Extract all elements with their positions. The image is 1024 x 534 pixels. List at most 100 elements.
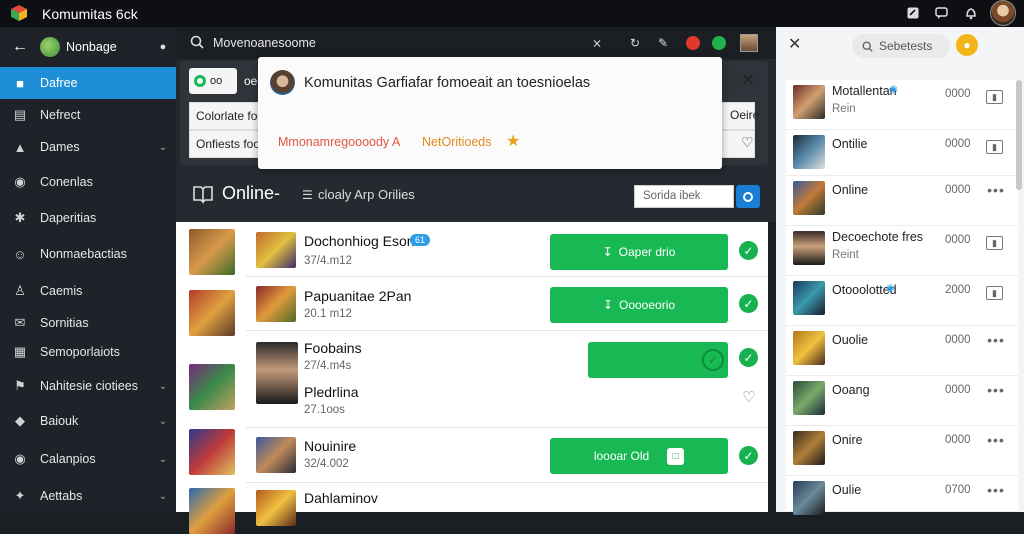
game-icon[interactable]: [256, 286, 296, 322]
sidebar-item-0[interactable]: ■ Dafree: [0, 67, 176, 99]
status-check-icon: ✓: [739, 348, 758, 367]
game-name[interactable]: Papuanitae 2Pan: [304, 288, 411, 304]
favorite-heart-icon[interactable]: ♡: [740, 389, 758, 407]
camera-icon: ◉: [14, 174, 26, 189]
sidebar-item-6[interactable]: ♙ Caemis: [0, 275, 176, 307]
chevron-down-icon[interactable]: ⌄: [150, 381, 176, 392]
notification-close-icon[interactable]: ✕: [740, 71, 756, 89]
game-action-button[interactable]: ✓: [588, 342, 728, 378]
game-action-button[interactable]: loooar Old □: [550, 438, 728, 474]
sidebar-item-5[interactable]: ☺ Nonmaebactias: [0, 238, 176, 270]
panel-search[interactable]: Sebetests: [852, 34, 950, 58]
pinned-badge-text: oo: [210, 75, 223, 87]
panel-item-box-icon[interactable]: ▮: [986, 236, 1003, 250]
sidebar-profile[interactable]: ← Nonbage ●: [0, 32, 176, 62]
notification-sub-red[interactable]: Mmonamregoooody A: [278, 135, 400, 149]
panel-item-count: 0700: [945, 484, 971, 496]
panel-item-count: 0000: [945, 88, 971, 100]
panel-item-name[interactable]: Ontilie: [832, 137, 867, 151]
more-options-icon[interactable]: •••: [986, 482, 1006, 498]
sidebar-item-10[interactable]: ◆ Baiouk ⌄: [0, 405, 176, 437]
panel-item-name[interactable]: Onire: [832, 433, 863, 447]
coin-icon[interactable]: ●: [956, 34, 978, 56]
sidebar-item-3[interactable]: ◉ Conenlas: [0, 166, 176, 198]
panel-item-thumb[interactable]: [793, 85, 825, 119]
panel-item-box-icon[interactable]: ▮: [986, 140, 1003, 154]
lock-icon[interactable]: ●: [150, 41, 176, 53]
sidebar-item-9[interactable]: ⚑ Nahitesie ciotiees ⌄: [0, 370, 176, 402]
panel-item-name[interactable]: Decoechote fres: [832, 230, 923, 244]
bell-icon[interactable]: [962, 4, 980, 22]
refresh-icon[interactable]: ↻: [627, 35, 643, 51]
more-options-icon[interactable]: •••: [986, 432, 1006, 448]
panel-item-name[interactable]: Ouolie: [832, 333, 868, 347]
game-name[interactable]: Dahlaminov: [304, 490, 378, 506]
chevron-down-icon[interactable]: ⌄: [150, 454, 176, 465]
sidebar-item-4[interactable]: ✱ Daperitias: [0, 202, 176, 234]
game-cover-large[interactable]: [189, 364, 235, 410]
record-icon[interactable]: [686, 36, 700, 50]
notification-sub-orange[interactable]: NetOritioeds: [422, 135, 491, 149]
edit-icon[interactable]: ✎: [655, 35, 671, 51]
sidebar-item-8[interactable]: ▦ Semoporlaiots: [0, 336, 176, 368]
crosshair-icon[interactable]: ⨯: [589, 35, 605, 51]
panel-item-name[interactable]: Online: [832, 183, 868, 197]
game-action-button[interactable]: ↧ Oaper drio: [550, 234, 728, 270]
filter-list-icon[interactable]: ☰: [302, 188, 313, 202]
game-name[interactable]: Pledrlina: [304, 384, 358, 400]
home-icon: ■: [16, 75, 24, 91]
panel-item-box-icon[interactable]: ▮: [986, 90, 1003, 104]
more-options-icon[interactable]: •••: [986, 382, 1006, 398]
game-cover-large[interactable]: [189, 229, 235, 275]
chevron-down-icon[interactable]: ⌄: [150, 142, 176, 153]
pinned-badge[interactable]: oo: [189, 68, 237, 94]
more-options-icon[interactable]: •••: [986, 332, 1006, 348]
game-icon[interactable]: [256, 437, 296, 473]
panel-item-name[interactable]: Motallentan: [832, 84, 897, 98]
sidebar-item-11[interactable]: ◉ Calanpios ⌄: [0, 443, 176, 475]
more-options-icon[interactable]: •••: [986, 182, 1006, 198]
panel-item-thumb[interactable]: [793, 231, 825, 265]
game-name[interactable]: Foobains: [304, 340, 362, 356]
panel-item-name[interactable]: Ooang: [832, 383, 870, 397]
profile-thumb[interactable]: [740, 34, 758, 52]
search-icon[interactable]: [190, 35, 206, 51]
back-arrow-icon[interactable]: ←: [0, 38, 40, 56]
trophy-icon: ★: [506, 133, 521, 150]
panel-item-name[interactable]: Oulie: [832, 483, 861, 497]
game-action-button[interactable]: ↧ Ooooeorio: [550, 287, 728, 323]
close-panel-icon[interactable]: ✕: [788, 37, 801, 53]
toolbar-search-input[interactable]: Movenoanesoome: [213, 36, 316, 50]
panel-item-thumb[interactable]: [793, 281, 825, 315]
panel-item-thumb[interactable]: [793, 181, 825, 215]
sidebar-item-12[interactable]: ✦ Aettabs ⌄: [0, 480, 176, 512]
panel-item-thumb[interactable]: [793, 135, 825, 169]
search-go-button[interactable]: [736, 185, 760, 208]
sidebar-item-7[interactable]: ✉ Sornitias: [0, 307, 176, 339]
panel-item-thumb[interactable]: [793, 381, 825, 415]
window-icon[interactable]: [904, 4, 922, 22]
game-name[interactable]: Dochonhiog Eson: [304, 233, 415, 249]
panel-item-thumb[interactable]: [793, 481, 825, 515]
sidebar-item-1[interactable]: ▤ Nefrect: [0, 99, 176, 131]
panel-item-box-icon[interactable]: ▮: [986, 286, 1003, 300]
chevron-down-icon[interactable]: ⌄: [150, 491, 176, 502]
game-icon[interactable]: [256, 490, 296, 526]
game-name[interactable]: Nouinire: [304, 438, 356, 454]
right-panel-scrollbar[interactable]: [1016, 80, 1022, 190]
game-cover-large[interactable]: [189, 290, 235, 336]
chat-icon[interactable]: [932, 4, 950, 22]
user-avatar[interactable]: [990, 0, 1016, 26]
status-online-icon[interactable]: [712, 36, 726, 50]
chevron-down-icon[interactable]: ⌄: [150, 416, 176, 427]
sidebar-item-label: Semoporlaiots: [40, 345, 120, 359]
heart-outline-icon[interactable]: ♡: [741, 134, 754, 151]
game-icon[interactable]: [256, 232, 296, 268]
sidebar-item-2[interactable]: ▲ Dames ⌄: [0, 131, 176, 163]
game-cover-large[interactable]: [189, 488, 235, 534]
panel-item-thumb[interactable]: [793, 431, 825, 465]
panel-item-thumb[interactable]: [793, 331, 825, 365]
game-icon[interactable]: [256, 342, 298, 404]
game-cover-large[interactable]: [189, 429, 235, 475]
online-search-input[interactable]: Sorida ibek: [634, 185, 734, 208]
